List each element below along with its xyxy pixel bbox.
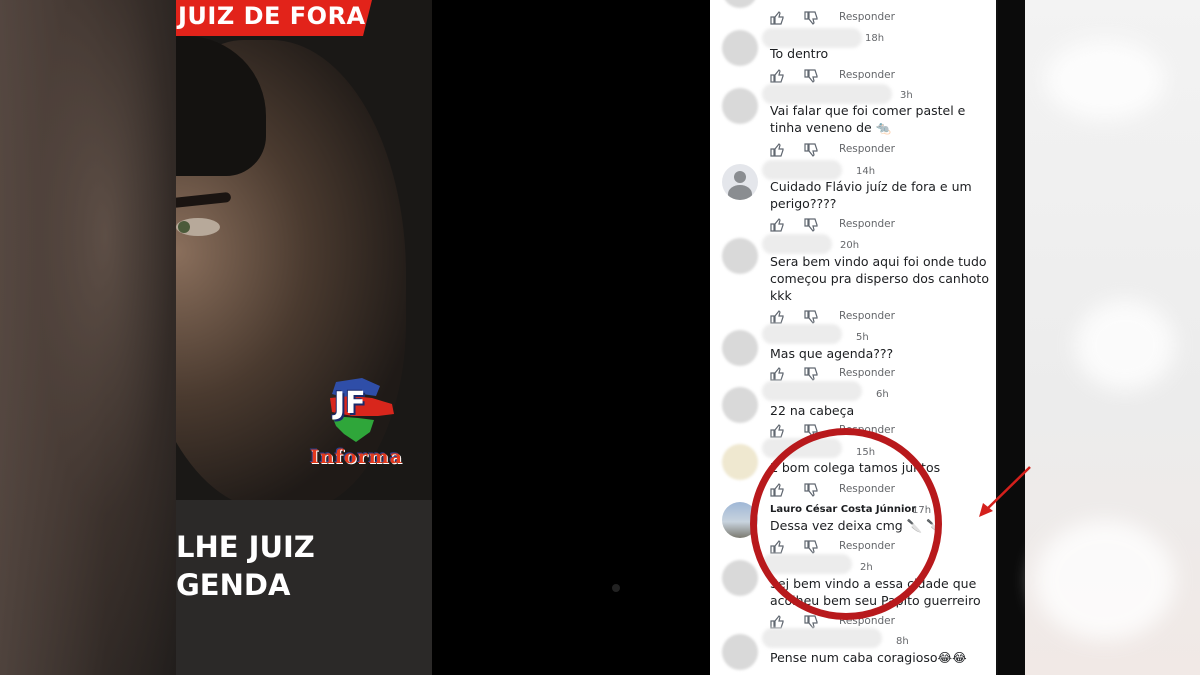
thumbs-up-icon[interactable] (770, 143, 784, 157)
blurred-author-name (762, 84, 892, 104)
blurred-author-name (762, 381, 862, 401)
avatar[interactable] (722, 88, 758, 124)
thumbs-up-icon[interactable] (770, 424, 784, 438)
comment-time: 18h (865, 33, 885, 44)
thumbs-down-icon[interactable] (804, 11, 818, 25)
avatar[interactable] (722, 30, 758, 66)
default-avatar-icon[interactable] (722, 164, 758, 200)
blurred-author-name (762, 628, 882, 648)
thumbs-down-icon[interactable] (804, 310, 818, 324)
comment-actions: Responder (770, 367, 970, 381)
thumbs-down-icon[interactable] (804, 218, 818, 232)
comment-text: Sera bem vindo aqui foi onde tudo começo… (770, 254, 993, 303)
avatar[interactable] (722, 387, 758, 423)
highlight-circle (750, 428, 942, 620)
avatar[interactable] (722, 560, 758, 596)
blurred-author-name (762, 234, 832, 254)
reply-button[interactable]: Responder (839, 310, 895, 322)
thumbs-down-icon[interactable] (804, 69, 818, 83)
logo-wordmark: Informa (310, 446, 403, 468)
post-banner-text: JUIZ DE FORA (178, 2, 366, 30)
thumbs-up-icon[interactable] (770, 310, 784, 324)
thumbs-up-icon[interactable] (770, 367, 784, 381)
blurred-author-name (762, 324, 842, 344)
reply-button[interactable]: Responder (839, 11, 895, 23)
thumbs-up-icon[interactable] (770, 615, 784, 629)
comment-time: 20h (840, 240, 860, 251)
blurred-background-left-overlay (0, 0, 176, 675)
thumbs-down-icon[interactable] (804, 367, 818, 381)
comment-actions: Responder (770, 218, 970, 232)
post-image: JUIZ DE FORA LHE JUIZ GENDA (176, 0, 432, 675)
portrait-eye (176, 218, 220, 236)
avatar[interactable] (722, 238, 758, 274)
comment-text: 22 na cabeça (770, 403, 855, 418)
thumbs-down-icon[interactable] (804, 143, 818, 157)
post-caption: LHE JUIZ GENDA (176, 530, 315, 602)
comment-actions: Responder (770, 615, 970, 629)
comment-actions: Responder (770, 310, 970, 324)
jf-informa-logo: JF Informa (310, 372, 412, 472)
reply-button[interactable]: Responder (839, 218, 895, 230)
comment-time: 5h (856, 332, 869, 343)
reply-button[interactable]: Responder (839, 367, 895, 379)
comment-actions: Responder (770, 69, 970, 83)
comment-text: Cuidado Flávio juíz de fora e um perigo?… (770, 179, 976, 211)
avatar[interactable] (722, 634, 758, 670)
comment-time: 8h (896, 636, 909, 647)
avatar[interactable] (722, 330, 758, 366)
comment-text: Pense num caba coragioso😂😂 (770, 650, 967, 665)
comment-text: To dentro (770, 46, 829, 61)
comment-actions: Responder (770, 143, 970, 157)
red-arrow-icon (979, 466, 1031, 517)
comment-text: Mas que agenda??? (770, 346, 894, 361)
thumbs-up-icon[interactable] (770, 218, 784, 232)
comment-time: 3h (900, 90, 913, 101)
comment-time: 14h (856, 166, 876, 177)
comment-time: 6h (876, 389, 889, 400)
black-separator (432, 0, 710, 675)
thumbs-down-icon[interactable] (804, 615, 818, 629)
reply-button[interactable]: Responder (839, 69, 895, 81)
thumbs-up-icon[interactable] (770, 69, 784, 83)
comment-actions: Responder (770, 11, 970, 25)
blurred-author-name (762, 160, 842, 180)
logo-abbreviation: JF (334, 386, 366, 421)
thumbs-up-icon[interactable] (770, 11, 784, 25)
blurred-background-right (1025, 0, 1200, 675)
comment-text: Vai falar que foi comer pastel e tinha v… (770, 103, 970, 135)
reply-button[interactable]: Responder (839, 143, 895, 155)
avatar[interactable] (722, 0, 758, 8)
avatar[interactable] (722, 444, 758, 480)
